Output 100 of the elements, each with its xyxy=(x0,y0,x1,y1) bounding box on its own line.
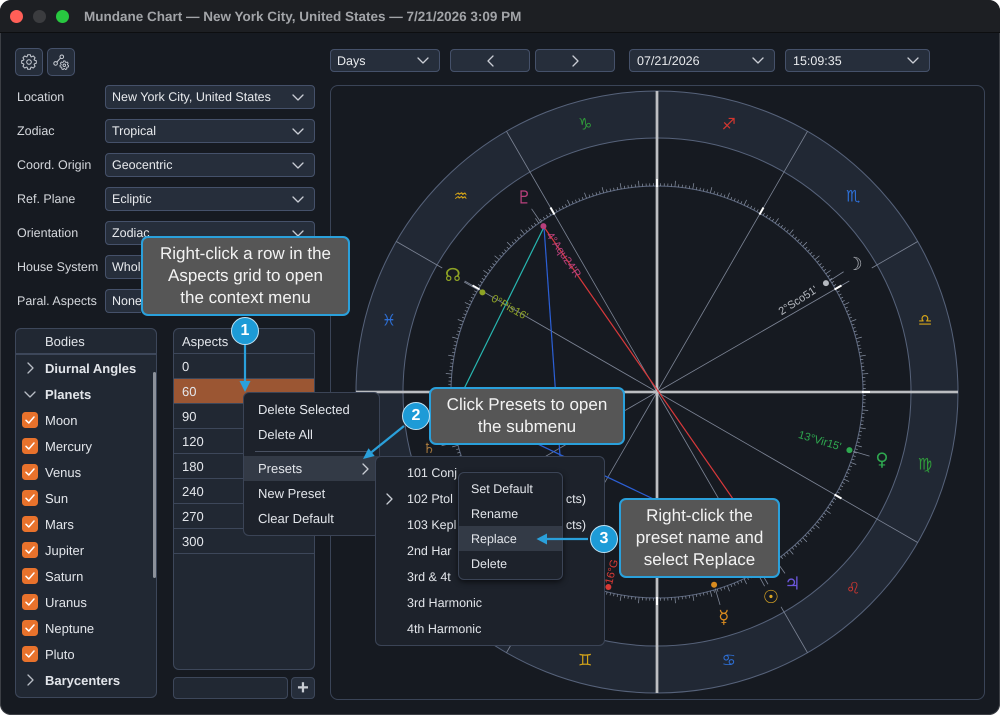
window-title: Mundane Chart — New York City, United States — 7/21/2026 3:09 PM xyxy=(84,8,522,24)
input-field[interactable] xyxy=(173,677,288,699)
settings-button[interactable] xyxy=(15,48,43,76)
dropdown[interactable]: Whol xyxy=(105,255,141,279)
tree-item[interactable]: Venus xyxy=(16,459,156,485)
chevron-right-icon xyxy=(362,462,369,474)
menu-item[interactable]: 102 Ptol xyxy=(376,486,457,512)
menu-item[interactable]: 2nd Har xyxy=(376,538,456,564)
scrollbar[interactable] xyxy=(153,372,156,578)
step-badge: 1 xyxy=(231,317,259,345)
planet-glyph: ♀ xyxy=(875,449,889,470)
chevron-left-icon xyxy=(486,54,494,66)
chevron-down-icon xyxy=(292,196,304,202)
list-row[interactable]: 240 xyxy=(174,479,243,503)
checkbox[interactable] xyxy=(22,646,38,662)
checkbox[interactable] xyxy=(22,464,38,480)
menu-item[interactable]: New Preset xyxy=(244,481,379,506)
tree-item[interactable]: Mars xyxy=(16,511,156,537)
pointer-arrow xyxy=(536,533,589,545)
chevron-down-icon xyxy=(292,162,304,168)
menu-item[interactable]: Presets xyxy=(244,456,379,481)
tree-item[interactable]: Pluto xyxy=(16,641,156,667)
menu-item[interactable]: cts) xyxy=(566,492,586,506)
zodiac-sign-glyph: ♑ xyxy=(578,114,592,134)
menu-item[interactable]: 101 Conj xyxy=(376,460,462,486)
chevron-down-icon xyxy=(292,230,304,236)
list-row[interactable]: 270 xyxy=(174,504,243,528)
list-row[interactable]: 90 xyxy=(174,404,243,428)
tree-item[interactable]: Sun xyxy=(16,485,156,511)
pointer-arrow xyxy=(239,345,251,392)
menu-item[interactable]: Replace xyxy=(459,526,562,551)
tree-item[interactable]: Jupiter xyxy=(16,537,156,563)
list-row[interactable]: 0 xyxy=(174,354,314,378)
callout: Click Presets to open the submenu xyxy=(429,387,625,445)
close-window-button[interactable] xyxy=(10,10,22,22)
list-row[interactable]: 120 xyxy=(174,429,243,453)
field-label: Coord. Origin xyxy=(16,158,92,172)
chevron-down-icon xyxy=(292,128,304,134)
menu-item[interactable]: 3rd & 4t xyxy=(376,564,455,590)
tree-item[interactable]: Moon xyxy=(16,407,156,433)
dropdown[interactable]: Days xyxy=(330,49,440,72)
nodes-gear-icon xyxy=(53,54,69,70)
checkbox[interactable] xyxy=(22,542,38,558)
menu-item[interactable]: 103 Kepl xyxy=(376,512,460,538)
callout: Right-click the preset name and select Replace xyxy=(619,498,780,578)
dropdown[interactable]: Tropical xyxy=(105,119,315,143)
menu-item[interactable]: 4th Harmonic xyxy=(376,616,486,642)
field-label: Paral. Aspects xyxy=(16,294,98,308)
node-settings-button[interactable] xyxy=(47,48,75,76)
menu-item[interactable]: Set Default xyxy=(459,476,562,501)
planet-glyph: ☊ xyxy=(444,265,461,286)
time-dropdown[interactable]: 15:09:35 xyxy=(785,49,930,72)
zodiac-sign-glyph: ♓ xyxy=(382,310,396,330)
checkbox[interactable] xyxy=(22,412,38,428)
planet-glyph: ☉ xyxy=(762,587,779,608)
zodiac-sign-glyph: ♌ xyxy=(846,578,860,598)
chevron-down-icon xyxy=(292,94,304,100)
zodiac-sign-glyph: ♏ xyxy=(846,186,860,206)
list-row[interactable]: 300 xyxy=(174,529,243,553)
menu-item[interactable]: 3rd Harmonic xyxy=(376,590,486,616)
callout: Right-click a row in the Aspects grid to open the context menu xyxy=(141,236,350,316)
pointer-arrow xyxy=(362,424,407,461)
tree-item[interactable]: Neptune xyxy=(16,615,156,641)
chevron-down-icon xyxy=(907,57,919,64)
checkbox[interactable] xyxy=(22,490,38,506)
add-button[interactable]: + xyxy=(291,677,315,699)
tree-item[interactable]: Mercury xyxy=(16,433,156,459)
tree-item[interactable]: Uranus xyxy=(16,589,156,615)
menu-item[interactable]: Rename xyxy=(459,501,562,526)
field-label: Location xyxy=(16,90,66,104)
chevron-right-icon xyxy=(572,54,578,66)
planet-glyph: ☽ xyxy=(846,254,863,276)
list-row[interactable]: 180 xyxy=(174,454,243,478)
planet-glyph: ♃ xyxy=(784,574,801,595)
dropdown[interactable]: New York City, United States xyxy=(105,85,315,109)
position-label: 16°G xyxy=(603,558,622,586)
checkbox[interactable] xyxy=(22,438,38,454)
field-label: Orientation xyxy=(16,226,80,240)
menu-item[interactable]: Delete xyxy=(459,551,562,576)
zoom-window-button[interactable] xyxy=(56,10,68,22)
checkbox[interactable] xyxy=(22,516,38,532)
checkbox[interactable] xyxy=(22,620,38,636)
dropdown[interactable]: None xyxy=(105,289,141,313)
tree-group[interactable]: Planets xyxy=(16,381,156,407)
checkbox[interactable] xyxy=(22,568,38,584)
menu-item[interactable]: Clear Default xyxy=(244,506,379,531)
checkbox[interactable] xyxy=(22,594,38,610)
tree-group[interactable]: Barycenters xyxy=(16,667,156,693)
menu-item[interactable]: Delete All xyxy=(244,422,379,447)
tree-group[interactable]: Diurnal Angles xyxy=(16,355,156,381)
chevron-down-icon xyxy=(417,57,429,64)
date-dropdown[interactable]: 07/21/2026 xyxy=(629,49,775,72)
dropdown[interactable]: Ecliptic xyxy=(105,187,315,211)
tree-item[interactable]: Saturn xyxy=(16,563,156,589)
field-label: House System xyxy=(16,260,100,274)
menu-item[interactable]: cts) xyxy=(566,518,586,532)
dropdown[interactable]: Geocentric xyxy=(105,153,315,177)
panel-header: Bodies xyxy=(16,329,156,355)
chevron-down-icon xyxy=(752,57,764,64)
planet-glyph: ☿ xyxy=(718,606,730,628)
